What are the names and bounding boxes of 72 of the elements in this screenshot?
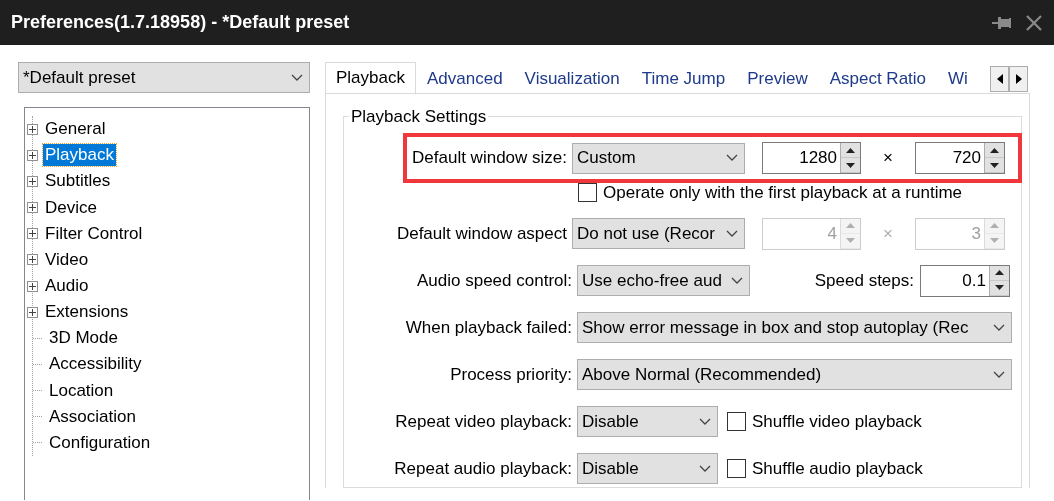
setting-label: Default window size: xyxy=(411,148,568,168)
dropdown[interactable]: Custom xyxy=(572,142,745,174)
setting-label: Speed steps: xyxy=(813,270,915,291)
dropdown[interactable]: *Default preset xyxy=(18,62,310,93)
tree-item[interactable]: Filter Control xyxy=(43,222,145,245)
dropdown[interactable]: Show error message in box and stop autoplay (Rec xyxy=(577,312,1012,343)
up-arrow-icon xyxy=(846,223,855,228)
expand-toggle[interactable] xyxy=(27,306,38,318)
chevron-icon xyxy=(726,154,738,162)
scroll-left-button[interactable] xyxy=(990,66,1009,92)
tree-item[interactable]: Video xyxy=(43,248,91,271)
chevron-icon xyxy=(993,323,1005,332)
checkbox[interactable] xyxy=(727,412,746,431)
expand-toggle[interactable] xyxy=(27,175,38,187)
window-title: Preferences(1.7.18958) - *Default preset xyxy=(11,12,351,33)
expand-toggle[interactable] xyxy=(27,254,38,266)
dropdown[interactable]: Above Normal (Recommended) xyxy=(577,359,1012,390)
chevron-icon xyxy=(699,417,711,426)
tree-item[interactable]: Extensions xyxy=(43,301,131,324)
dropdown[interactable]: Disable xyxy=(577,453,718,484)
checkbox-label: Shuffle audio playback xyxy=(752,458,923,479)
tree-item[interactable]: Association xyxy=(47,405,138,428)
up-arrow-icon xyxy=(995,270,1004,275)
right-arrow-icon xyxy=(1015,74,1022,84)
checkbox[interactable] xyxy=(727,459,746,478)
tree-item[interactable]: Audio xyxy=(43,275,91,297)
checkbox-label: Operate only with the first playback at a runtime xyxy=(603,183,963,203)
up-arrow-icon xyxy=(990,223,999,228)
expand-toggle[interactable] xyxy=(27,149,38,161)
setting-label: Default window aspect xyxy=(395,223,568,244)
setting-label: Audio speed control: xyxy=(416,270,573,291)
down-arrow-icon xyxy=(995,285,1004,290)
down-arrow-icon xyxy=(990,238,999,243)
setting-label: Process priority: xyxy=(449,364,573,385)
tree-item[interactable]: 3D Mode xyxy=(47,327,120,350)
chevron-icon xyxy=(731,276,743,285)
checkbox-label: Shuffle video playback xyxy=(752,411,922,432)
left-arrow-icon xyxy=(996,74,1003,84)
up-arrow-icon xyxy=(990,147,999,153)
times-sign: × xyxy=(882,148,894,168)
setting-label: When playback failed: xyxy=(404,317,573,338)
setting-label: Repeat video playback: xyxy=(394,411,573,432)
spin-field[interactable]: 0.1 xyxy=(920,264,1010,297)
scroll-right-button[interactable] xyxy=(1009,66,1028,92)
tree-item[interactable]: General xyxy=(43,118,108,141)
tab[interactable]: Playback xyxy=(325,62,416,93)
tree-item[interactable]: Subtitles xyxy=(43,170,113,193)
times-sign: × xyxy=(882,223,894,244)
up-arrow-icon xyxy=(846,147,855,153)
tree-item[interactable]: Device xyxy=(43,196,99,219)
setting-label: Repeat audio playback: xyxy=(393,458,573,479)
tree-item[interactable]: Playback xyxy=(43,144,116,167)
spin-field[interactable]: 720 xyxy=(915,142,1005,174)
chevron-icon xyxy=(699,464,711,473)
spin-field[interactable]: 1280 xyxy=(762,142,861,174)
down-arrow-icon xyxy=(990,162,999,168)
chevron-icon xyxy=(291,73,303,82)
chevron-icon xyxy=(726,229,738,238)
tree-item[interactable]: Location xyxy=(47,379,116,402)
expand-toggle[interactable] xyxy=(27,280,38,292)
chevron-icon xyxy=(993,370,1005,379)
tree-item[interactable]: Configuration xyxy=(47,431,153,454)
expand-toggle[interactable] xyxy=(27,123,38,135)
down-arrow-icon xyxy=(846,238,855,243)
tree-item[interactable]: Accessibility xyxy=(47,353,144,376)
down-arrow-icon xyxy=(846,162,855,168)
expand-toggle[interactable] xyxy=(27,228,38,240)
dropdown[interactable]: Disable xyxy=(577,406,718,437)
dropdown[interactable]: Use echo-free aud xyxy=(577,265,750,296)
expand-toggle[interactable] xyxy=(27,202,38,214)
checkbox[interactable] xyxy=(578,183,597,202)
close-icon[interactable] xyxy=(1026,14,1042,31)
